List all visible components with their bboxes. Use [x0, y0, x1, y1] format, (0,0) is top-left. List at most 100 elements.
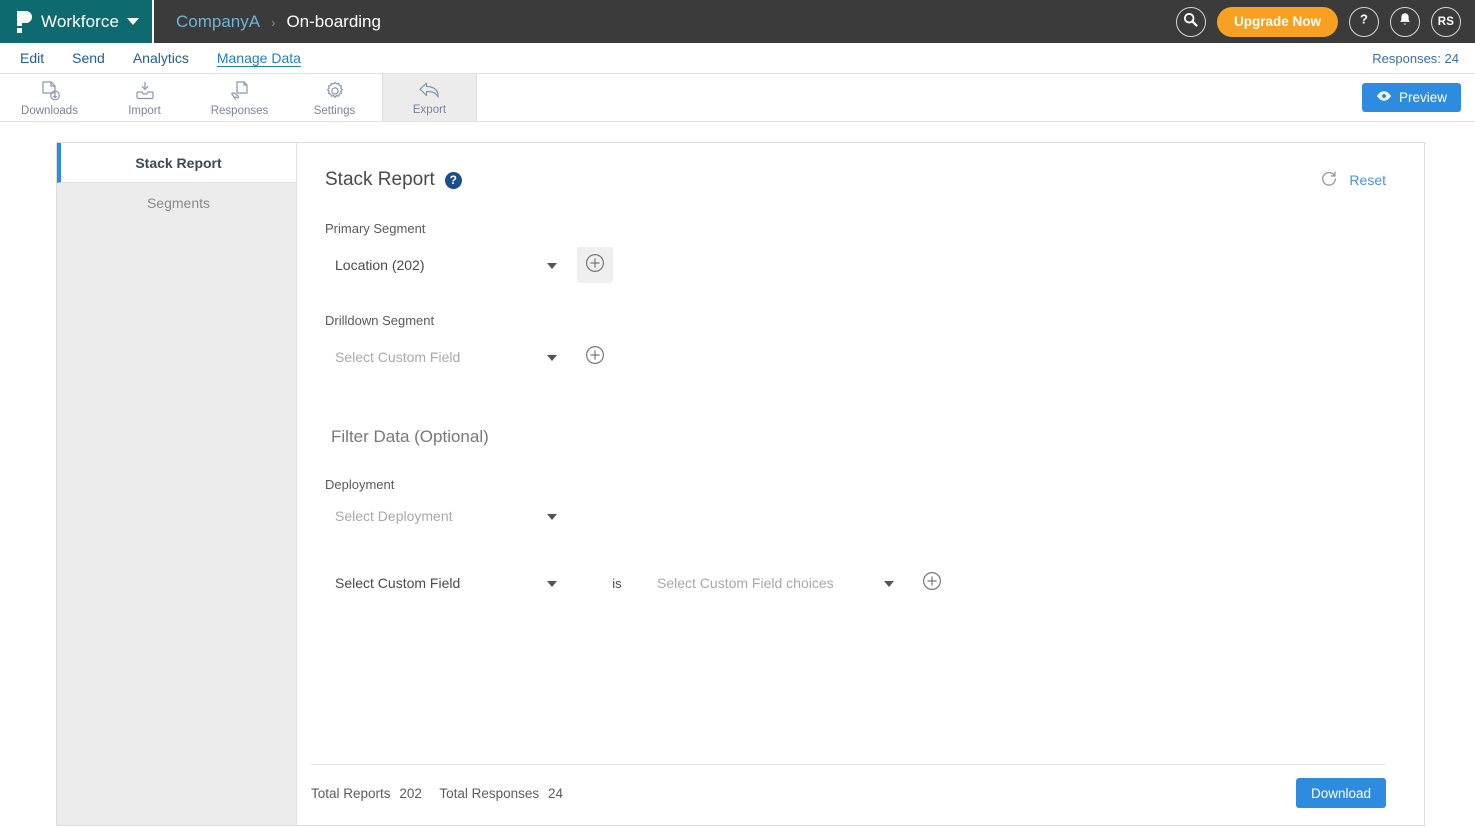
toolbar-label-settings: Settings	[313, 104, 356, 117]
toolbar-label-responses: Responses	[210, 104, 269, 117]
reset-label: Reset	[1349, 172, 1386, 188]
report-content: Stack Report ? Reset Primary Segment Loc…	[297, 143, 1424, 825]
gear-icon	[323, 79, 347, 103]
top-header: Workforce CompanyA › On-boarding Upgrade…	[0, 0, 1475, 43]
chevron-down-icon	[884, 581, 894, 587]
chevron-down-icon	[547, 514, 557, 520]
add-drilldown-segment-button[interactable]	[577, 339, 613, 375]
drilldown-segment-select[interactable]: Select Custom Field	[325, 344, 565, 370]
report-sidebar: Stack Report Segments	[57, 143, 297, 825]
plus-circle-icon	[585, 345, 605, 370]
toolbar-item-export[interactable]: Export	[382, 74, 477, 121]
reply-arrow-icon	[417, 80, 443, 102]
preview-label: Preview	[1398, 90, 1447, 105]
plus-circle-icon	[922, 571, 942, 596]
custom-field-filter-row: Select Custom Field is Select Custom Fie…	[325, 565, 1386, 601]
chevron-down-icon	[547, 581, 557, 587]
sidebar-item-stack-report[interactable]: Stack Report	[57, 143, 296, 183]
footer-divider	[311, 764, 1386, 765]
custom-field-value: Select Custom Field	[335, 575, 461, 591]
nav-item-edit[interactable]: Edit	[6, 43, 58, 73]
total-reports-value: 202	[399, 785, 422, 801]
question-mark-icon: ?	[1356, 11, 1372, 32]
toolbar-label-downloads: Downloads	[21, 104, 78, 117]
primary-segment-value: Location (202)	[335, 257, 425, 273]
plus-circle-icon	[585, 253, 605, 278]
sidebar-label-segments: Segments	[146, 195, 211, 211]
app-logo-icon	[13, 9, 35, 35]
eye-icon	[1376, 90, 1392, 105]
question-mark-icon[interactable]: ?	[444, 171, 462, 189]
responses-count: Responses: 24	[1372, 51, 1459, 66]
upgrade-now-button[interactable]: Upgrade Now	[1216, 6, 1338, 37]
add-primary-segment-button[interactable]	[577, 247, 613, 283]
help-button[interactable]: ?	[1349, 6, 1379, 37]
download-button[interactable]: Download	[1295, 778, 1386, 808]
toolbar-item-responses[interactable]: Responses	[192, 74, 287, 121]
preview-button[interactable]: Preview	[1361, 83, 1461, 112]
hand-document-icon	[228, 79, 252, 103]
chevron-down-icon[interactable]	[127, 18, 140, 25]
primary-segment-select[interactable]: Location (202)	[325, 252, 565, 278]
download-label: Download	[1310, 785, 1371, 801]
sidebar-item-segments[interactable]: Segments	[57, 183, 296, 223]
bell-icon	[1398, 12, 1412, 32]
upgrade-now-label: Upgrade Now	[1233, 14, 1321, 29]
toolbar-item-settings[interactable]: Settings	[287, 74, 382, 121]
svg-text:?: ?	[1360, 11, 1368, 26]
main-nav: Edit Send Analytics Manage Data Response…	[0, 43, 1475, 74]
sub-toolbar: Downloads Import Responses Settings Expo…	[0, 74, 1475, 122]
refresh-icon	[1320, 170, 1338, 191]
filter-section-title: Filter Data (Optional)	[331, 427, 489, 446]
nav-item-send[interactable]: Send	[58, 43, 119, 73]
custom-field-choices-select[interactable]: Select Custom Field choices	[647, 570, 902, 596]
nav-item-analytics[interactable]: Analytics	[119, 43, 203, 73]
nav-item-manage-data[interactable]: Manage Data	[203, 43, 315, 73]
add-filter-button[interactable]	[914, 565, 950, 601]
drilldown-segment-block: Drilldown Segment Select Custom Field	[325, 313, 1386, 375]
breadcrumb-current: On-boarding	[286, 11, 381, 31]
deployment-select[interactable]: Select Deployment	[325, 503, 565, 529]
file-download-icon	[38, 79, 62, 103]
total-responses-value: 24	[547, 785, 563, 801]
drilldown-segment-row: Select Custom Field	[325, 339, 1386, 375]
content-header: Stack Report ? Reset	[325, 169, 1386, 191]
brand-block[interactable]: Workforce	[0, 0, 152, 43]
toolbar-item-import[interactable]: Import	[97, 74, 192, 121]
page-title-text: Stack Report	[325, 169, 435, 190]
page-title: Stack Report ?	[325, 169, 462, 191]
deployment-label: Deployment	[325, 477, 395, 492]
toolbar-item-downloads[interactable]: Downloads	[2, 74, 97, 121]
breadcrumb: CompanyA › On-boarding	[154, 12, 381, 32]
brand-name: Workforce	[41, 11, 120, 31]
total-responses-label: Total Responses	[439, 785, 540, 801]
breadcrumb-separator-icon: ›	[271, 15, 276, 30]
total-reports-label: Total Reports	[311, 785, 391, 801]
notifications-button[interactable]	[1390, 6, 1420, 37]
chevron-down-icon	[547, 263, 557, 269]
custom-field-select[interactable]: Select Custom Field	[325, 570, 565, 596]
deployment-value: Select Deployment	[335, 508, 453, 524]
toolbar-label-export: Export	[412, 103, 447, 116]
search-button[interactable]	[1175, 6, 1206, 37]
toolbar-label-import: Import	[128, 104, 161, 117]
filter-operator: is	[612, 575, 622, 591]
page-body: Stack Report Segments Stack Report ? Res…	[0, 122, 1475, 826]
chevron-down-icon	[547, 355, 557, 361]
deployment-block: Deployment Select Deployment	[325, 477, 1386, 529]
custom-field-choices-value: Select Custom Field choices	[657, 575, 834, 591]
report-panel: Stack Report Segments Stack Report ? Res…	[56, 142, 1425, 826]
avatar[interactable]: RS	[1431, 6, 1461, 37]
primary-segment-block: Primary Segment Location (202)	[325, 221, 1386, 283]
deployment-row: Select Deployment	[325, 503, 1386, 529]
content-footer: Total Reports 202 Total Responses 24 Dow…	[311, 773, 1386, 813]
header-actions: Upgrade Now ? RS	[1175, 0, 1461, 43]
avatar-initials: RS	[1437, 15, 1455, 28]
reset-button[interactable]: Reset	[1320, 170, 1386, 191]
drilldown-segment-value: Select Custom Field	[335, 349, 461, 365]
breadcrumb-company[interactable]: CompanyA	[176, 12, 260, 32]
search-icon	[1183, 12, 1199, 32]
inbox-import-icon	[133, 79, 157, 103]
primary-segment-row: Location (202)	[325, 247, 1386, 283]
primary-segment-label: Primary Segment	[325, 221, 426, 236]
